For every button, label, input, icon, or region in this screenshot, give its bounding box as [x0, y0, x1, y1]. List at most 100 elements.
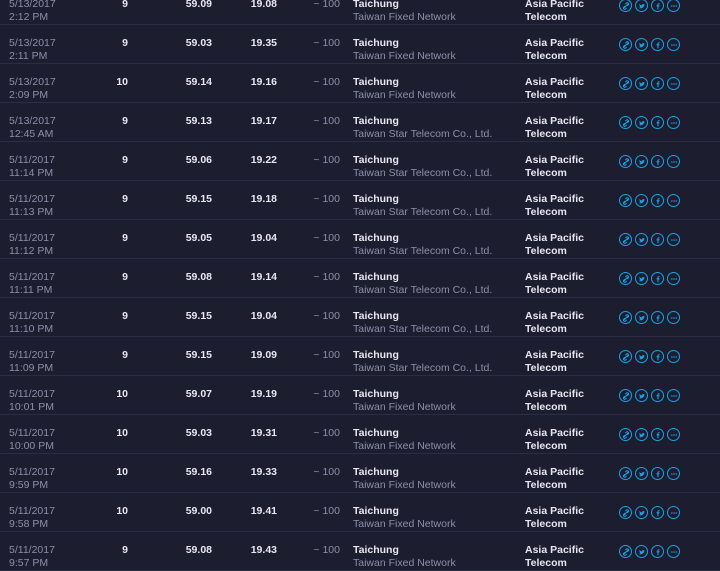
link-icon[interactable] — [619, 545, 632, 558]
twitter-icon[interactable] — [635, 428, 648, 441]
more-icon[interactable] — [667, 38, 680, 51]
link-icon[interactable] — [619, 38, 632, 51]
link-icon[interactable] — [619, 155, 632, 168]
facebook-icon[interactable] — [651, 77, 664, 90]
more-icon[interactable] — [667, 467, 680, 480]
facebook-icon[interactable] — [651, 311, 664, 324]
twitter-icon[interactable] — [635, 545, 648, 558]
more-icon[interactable] — [667, 194, 680, 207]
facebook-icon[interactable] — [651, 350, 664, 363]
result-location: Taichung Taiwan Star Telecom Co., Ltd. — [353, 193, 492, 218]
result-date: 5/11/2017 9:58 PM — [9, 505, 55, 530]
result-date-day: 5/13/2017 — [9, 0, 56, 10]
twitter-icon[interactable] — [635, 155, 648, 168]
more-icon[interactable] — [667, 428, 680, 441]
link-icon[interactable] — [619, 77, 632, 90]
facebook-icon[interactable] — [651, 194, 664, 207]
result-host: Asia Pacific Telecom — [525, 466, 584, 491]
more-icon[interactable] — [667, 545, 680, 558]
result-date: 5/13/2017 2:12 PM — [9, 0, 56, 23]
result-upload: 19.43 — [250, 544, 277, 556]
facebook-icon[interactable] — [651, 389, 664, 402]
result-row[interactable]: 5/13/2017 12:45 AM 9 59.13 19.17 ~ 100 T… — [0, 103, 720, 142]
result-date-day: 5/11/2017 — [9, 466, 55, 478]
twitter-icon[interactable] — [635, 194, 648, 207]
more-icon[interactable] — [667, 77, 680, 90]
facebook-icon[interactable] — [651, 428, 664, 441]
facebook-icon[interactable] — [651, 545, 664, 558]
result-host-line1: Asia Pacific — [525, 310, 584, 322]
result-row[interactable]: 5/11/2017 9:58 PM 10 59.00 19.41 ~ 100 T… — [0, 493, 720, 532]
more-icon[interactable] — [667, 155, 680, 168]
more-icon[interactable] — [667, 233, 680, 246]
result-host: Asia Pacific Telecom — [525, 388, 584, 413]
twitter-icon[interactable] — [635, 38, 648, 51]
result-row[interactable]: 5/11/2017 10:00 PM 10 59.03 19.31 ~ 100 … — [0, 415, 720, 454]
twitter-icon[interactable] — [635, 350, 648, 363]
result-row[interactable]: 5/13/2017 2:12 PM 9 59.09 19.08 ~ 100 Ta… — [0, 0, 720, 25]
result-row[interactable]: 5/11/2017 11:11 PM 9 59.08 19.14 ~ 100 T… — [0, 259, 720, 298]
twitter-icon[interactable] — [635, 116, 648, 129]
more-icon[interactable] — [667, 116, 680, 129]
result-row[interactable]: 5/11/2017 9:57 PM 9 59.08 19.43 ~ 100 Ta… — [0, 532, 720, 571]
link-icon[interactable] — [619, 350, 632, 363]
link-icon[interactable] — [619, 467, 632, 480]
result-date-day: 5/11/2017 — [9, 232, 55, 244]
more-icon[interactable] — [667, 350, 680, 363]
result-ping: 9 — [122, 232, 128, 244]
more-icon[interactable] — [667, 389, 680, 402]
result-row[interactable]: 5/11/2017 11:13 PM 9 59.15 19.18 ~ 100 T… — [0, 181, 720, 220]
more-icon[interactable] — [667, 506, 680, 519]
result-row[interactable]: 5/11/2017 10:01 PM 10 59.07 19.19 ~ 100 … — [0, 376, 720, 415]
result-city: Taichung — [353, 349, 399, 361]
result-ping: 10 — [116, 388, 128, 400]
twitter-icon[interactable] — [635, 77, 648, 90]
result-row[interactable]: 5/11/2017 11:14 PM 9 59.06 19.22 ~ 100 T… — [0, 142, 720, 181]
link-icon[interactable] — [619, 233, 632, 246]
link-icon[interactable] — [619, 116, 632, 129]
result-download: 59.07 — [185, 388, 212, 400]
twitter-icon[interactable] — [635, 467, 648, 480]
facebook-icon[interactable] — [651, 272, 664, 285]
twitter-icon[interactable] — [635, 311, 648, 324]
result-upload: 19.09 — [250, 349, 277, 361]
result-city: Taichung — [353, 115, 399, 127]
result-host: Asia Pacific Telecom — [525, 505, 584, 530]
result-host-line2: Telecom — [525, 205, 567, 218]
link-icon[interactable] — [619, 506, 632, 519]
link-icon[interactable] — [619, 0, 632, 12]
more-icon[interactable] — [667, 272, 680, 285]
facebook-icon[interactable] — [651, 116, 664, 129]
facebook-icon[interactable] — [651, 506, 664, 519]
result-host-line2: Telecom — [525, 244, 567, 257]
facebook-icon[interactable] — [651, 38, 664, 51]
twitter-icon[interactable] — [635, 506, 648, 519]
result-host-line2: Telecom — [525, 283, 567, 296]
facebook-icon[interactable] — [651, 155, 664, 168]
result-row[interactable]: 5/11/2017 11:12 PM 9 59.05 19.04 ~ 100 T… — [0, 220, 720, 259]
result-row[interactable]: 5/11/2017 11:10 PM 9 59.15 19.04 ~ 100 T… — [0, 298, 720, 337]
more-icon[interactable] — [667, 311, 680, 324]
result-row[interactable]: 5/13/2017 2:09 PM 10 59.14 19.16 ~ 100 T… — [0, 64, 720, 103]
twitter-icon[interactable] — [635, 272, 648, 285]
result-upload: 19.18 — [250, 193, 277, 205]
twitter-icon[interactable] — [635, 233, 648, 246]
result-row[interactable]: 5/11/2017 9:59 PM 10 59.16 19.33 ~ 100 T… — [0, 454, 720, 493]
result-host-line1: Asia Pacific — [525, 76, 584, 88]
link-icon[interactable] — [619, 194, 632, 207]
link-icon[interactable] — [619, 311, 632, 324]
result-host-line2: Telecom — [525, 478, 567, 491]
link-icon[interactable] — [619, 428, 632, 441]
result-row[interactable]: 5/13/2017 2:11 PM 9 59.03 19.35 ~ 100 Ta… — [0, 25, 720, 64]
facebook-icon[interactable] — [651, 0, 664, 12]
link-icon[interactable] — [619, 389, 632, 402]
facebook-icon[interactable] — [651, 233, 664, 246]
twitter-icon[interactable] — [635, 389, 648, 402]
result-actions — [619, 116, 680, 129]
more-icon[interactable] — [667, 0, 680, 12]
facebook-icon[interactable] — [651, 467, 664, 480]
link-icon[interactable] — [619, 272, 632, 285]
twitter-icon[interactable] — [635, 0, 648, 12]
result-row[interactable]: 5/11/2017 11:09 PM 9 59.15 19.09 ~ 100 T… — [0, 337, 720, 376]
result-host: Asia Pacific Telecom — [525, 193, 584, 218]
